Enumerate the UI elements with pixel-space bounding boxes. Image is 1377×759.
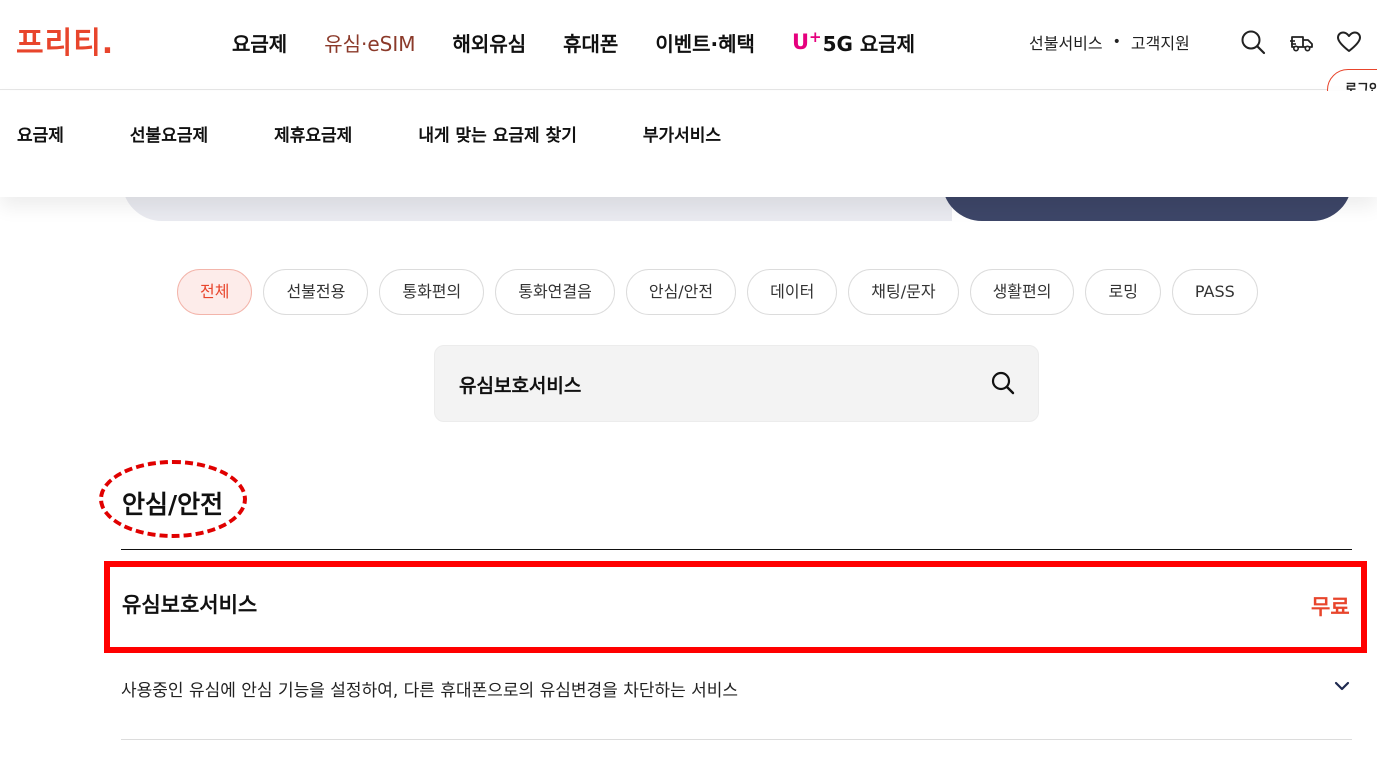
nav-overseas-usim[interactable]: 해외유심 — [453, 28, 527, 57]
uplus-logo-plus: + — [809, 28, 822, 46]
nav-uplus-5g-plans[interactable]: U +5G 요금제 — [792, 28, 915, 57]
filter-chip-safety[interactable]: 안심/안전 — [625, 269, 737, 315]
service-search-input[interactable] — [459, 368, 959, 400]
uplus-5g-label: 5G 요금제 — [822, 31, 916, 56]
sub-nav: 요금제 선불요금제 제휴요금제 내게 맞는 요금제 찾기 부가서비스 — [0, 91, 1377, 197]
service-item-name[interactable]: 유심보호서비스 — [122, 589, 257, 619]
item-divider — [121, 739, 1352, 740]
service-item-description: 사용중인 유심에 안심 기능을 설정하여, 다른 휴대폰으로의 유심변경을 차단… — [121, 681, 739, 701]
filter-chip-roaming[interactable]: 로밍 — [1085, 269, 1161, 315]
subnav-prepaid-plans[interactable]: 선불요금제 — [130, 121, 208, 146]
uplus-logo-u: U — [791, 30, 809, 54]
util-separator: • — [1112, 34, 1121, 50]
filter-chip-lifestyle[interactable]: 생활편의 — [969, 269, 1075, 315]
filter-chip-ringback[interactable]: 통화연결음 — [495, 269, 615, 315]
nav-plans[interactable]: 요금제 — [232, 28, 287, 57]
filter-chip-prepaid[interactable]: 선불전용 — [263, 269, 369, 315]
site-header: 프리티. 요금제 유심·eSIM 해외유심 휴대폰 이벤트·혜택 U +5G 요금… — [0, 0, 1377, 111]
subnav-plans[interactable]: 요금제 — [17, 121, 64, 146]
delivery-truck-icon[interactable] — [1289, 29, 1315, 55]
category-divider — [121, 549, 1352, 550]
filter-chip-data[interactable]: 데이터 — [747, 269, 838, 315]
subnav-add-on-services[interactable]: 부가서비스 — [643, 121, 721, 146]
filter-chip-call-convenience[interactable]: 통화편의 — [379, 269, 485, 315]
search-icon[interactable] — [1240, 29, 1266, 55]
subnav-partner-plans[interactable]: 제휴요금제 — [274, 121, 352, 146]
subnav-find-my-plan[interactable]: 내게 맞는 요금제 찾기 — [418, 121, 577, 146]
category-filter-chips: 전체 선불전용 통화편의 통화연결음 안심/안전 데이터 채팅/문자 생활편의 … — [177, 269, 1269, 315]
filter-chip-chat-sms[interactable]: 채팅/문자 — [848, 269, 959, 315]
nav-usim-esim[interactable]: 유심·eSIM — [324, 28, 415, 57]
filter-chip-all[interactable]: 전체 — [177, 269, 253, 315]
nav-events[interactable]: 이벤트·혜택 — [655, 28, 755, 57]
prepaid-service-link[interactable]: 선불서비스 — [1029, 30, 1103, 54]
logo[interactable]: 프리티. — [16, 22, 114, 61]
heart-icon[interactable] — [1336, 29, 1362, 55]
highlight-box — [104, 561, 1367, 653]
dashed-highlight-circle — [99, 460, 247, 538]
service-item-price: 무료 — [1311, 595, 1350, 619]
customer-support-link[interactable]: 고객지원 — [1131, 30, 1190, 54]
logo-text: 프리티. — [16, 26, 115, 61]
utility-links: 선불서비스 • 고객지원 — [1029, 30, 1190, 54]
nav-phones[interactable]: 휴대폰 — [563, 28, 618, 57]
search-submit-icon[interactable] — [990, 370, 1016, 396]
chevron-down-icon[interactable] — [1333, 679, 1351, 693]
filter-chip-pass[interactable]: PASS — [1171, 269, 1258, 315]
main-nav: 요금제 유심·eSIM 해외유심 휴대폰 이벤트·혜택 U +5G 요금제 — [232, 0, 952, 84]
service-search-box — [434, 345, 1039, 422]
